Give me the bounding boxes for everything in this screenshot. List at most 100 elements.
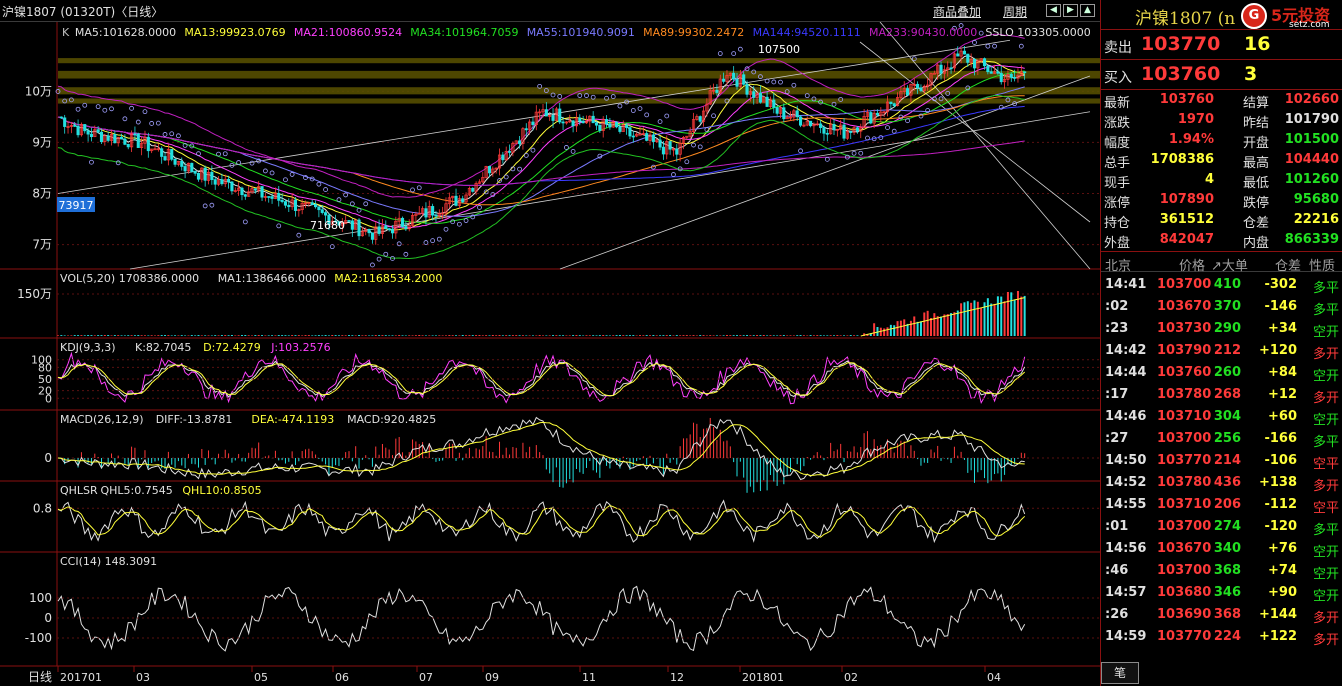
quote-value: 361512	[1159, 212, 1214, 227]
candle-body	[113, 133, 117, 144]
tick-row[interactable]: :17 103780 268 +12 多开	[1101, 384, 1342, 406]
tick-row[interactable]: 14:52 103780 436 +138 多开	[1101, 472, 1342, 494]
volume-bar	[836, 335, 839, 336]
volume-bar	[230, 335, 233, 336]
volume-bar	[682, 335, 685, 336]
sar-dot	[972, 40, 977, 45]
volume-bar	[1013, 299, 1016, 336]
sar-dot	[717, 51, 723, 56]
sell-row[interactable]: 卖出 103770 16	[1101, 30, 1342, 60]
tick-nature: 多平	[1312, 281, 1339, 296]
ma-legend-item: MA34:101964.7059	[410, 26, 518, 39]
volume-bar	[806, 335, 809, 336]
kline-chart-area[interactable]: K MA5:101628.0000 MA13:99923.0769 MA21:1008…	[0, 22, 1100, 686]
volume-bar	[77, 335, 80, 336]
tick-row[interactable]: 14:55 103710 206 -112 空平	[1101, 494, 1342, 516]
volume-bar	[592, 335, 595, 336]
candle-body	[956, 53, 960, 57]
volume-bar	[247, 335, 250, 336]
tick-price: 103700	[1157, 277, 1212, 292]
volume-bar	[381, 335, 384, 336]
candle-body	[314, 204, 318, 208]
volume-bar	[675, 335, 678, 336]
macd-diff-line	[57, 416, 1025, 481]
sar-dot	[115, 160, 121, 166]
tick-row[interactable]: 14:46 103710 304 +60 空开	[1101, 406, 1342, 428]
volume-bar	[277, 335, 280, 336]
sar-dot	[202, 203, 208, 209]
buy-row[interactable]: 买入 103760 3	[1101, 60, 1342, 90]
quote-value: 1970	[1177, 112, 1214, 127]
period-link[interactable]: 周期	[1003, 3, 1027, 20]
candle-body	[591, 115, 595, 124]
sar-dot	[142, 109, 148, 115]
tick-row[interactable]: :26 103690 368 +144 多开	[1101, 604, 1342, 626]
candle-body	[962, 50, 966, 55]
vol-axis-label: 150万	[17, 287, 52, 301]
candle-body	[758, 92, 762, 103]
volume-bar	[384, 335, 387, 336]
cci-line	[57, 585, 1026, 652]
candle-body	[243, 194, 247, 197]
candle-body	[196, 172, 201, 180]
tick-row[interactable]: :02 103670 370 -146 多平	[1101, 296, 1342, 318]
tick-row[interactable]: :27 103700 256 -166 多平	[1101, 428, 1342, 450]
sar-dot	[456, 221, 462, 227]
arrow-right-icon[interactable]: ▶	[1063, 4, 1078, 17]
tick-row[interactable]: 14:41 103700 410 -302 多平	[1101, 274, 1342, 296]
candle-body	[631, 135, 635, 138]
tick-row[interactable]: :46 103700 368 +74 空开	[1101, 560, 1342, 582]
candle-body	[775, 107, 779, 114]
sar-dot	[436, 236, 442, 242]
candle-body	[280, 200, 284, 202]
volume-bar	[1010, 292, 1013, 336]
quote-value: 104440	[1284, 152, 1339, 167]
qhlsr-legend-item: QHL10:0.8505	[182, 484, 261, 497]
sar-dot	[684, 159, 690, 165]
volume-bar	[401, 335, 404, 336]
sar-dot	[329, 244, 335, 250]
tick-time: 14:57	[1105, 585, 1147, 600]
tick-list[interactable]: 14:41 103700 410 -302 多平:02 103670 370 -146 多平:2…	[1101, 274, 1342, 650]
tick-row[interactable]: 14:57 103680 346 +90 空开	[1101, 582, 1342, 604]
volume-bar	[190, 335, 193, 336]
candle-body	[578, 117, 582, 122]
trading-app: 沪镍1807 (01320T)〈日线〉 商品叠加 周期 ◀ ▶ ▲ K MA5:1…	[0, 0, 1342, 686]
sar-dot	[296, 232, 302, 238]
vol-legend-item: MA1:1386466.0000	[218, 272, 326, 285]
volume-bar	[996, 296, 999, 336]
tick-oi-change: +90	[1268, 585, 1297, 600]
volume-bar	[980, 307, 983, 336]
volume-bar	[946, 314, 949, 336]
commodity-overlay-link[interactable]: 商品叠加	[933, 3, 981, 20]
volume-bar	[719, 335, 722, 336]
tick-row[interactable]: 14:59 103770 224 +122 多开	[1101, 626, 1342, 648]
trend-line	[859, 41, 1091, 223]
tick-row[interactable]: 14:56 103670 340 +76 空开	[1101, 538, 1342, 560]
candle-body	[160, 148, 164, 157]
tick-row[interactable]: :23 103730 290 +34 空开	[1101, 318, 1342, 340]
arrow-up-icon[interactable]: ▲	[1080, 4, 1095, 17]
tick-volume: 290	[1213, 321, 1241, 336]
candle-body	[310, 202, 314, 205]
quote-label: 内盘	[1243, 236, 1270, 251]
volume-bar	[535, 335, 538, 336]
volume-bar	[585, 335, 588, 336]
tick-row[interactable]: :01 103700 274 -120 多平	[1101, 516, 1342, 538]
arrow-left-icon[interactable]: ◀	[1046, 4, 1061, 17]
volume-bar	[174, 335, 177, 336]
tick-row[interactable]: 14:42 103790 212 +120 多开	[1101, 340, 1342, 362]
tick-oi-change: -302	[1264, 277, 1297, 292]
sar-dot	[530, 147, 536, 153]
volume-bar	[993, 303, 996, 336]
tick-row[interactable]: 14:44 103760 260 +84 空开	[1101, 362, 1342, 384]
x-tick-label: 05	[254, 671, 268, 684]
candle-body	[133, 133, 137, 136]
tick-row[interactable]: 14:50 103770 214 -106 空平	[1101, 450, 1342, 472]
volume-bar	[307, 335, 310, 336]
tab-ticks[interactable]: 笔	[1101, 662, 1139, 684]
volume-bar	[940, 316, 943, 336]
buy-price: 103760	[1141, 63, 1221, 85]
kline-chart-canvas[interactable]: K MA5:101628.0000 MA13:99923.0769 MA21:1008…	[0, 22, 1100, 686]
volume-bar	[598, 335, 601, 336]
